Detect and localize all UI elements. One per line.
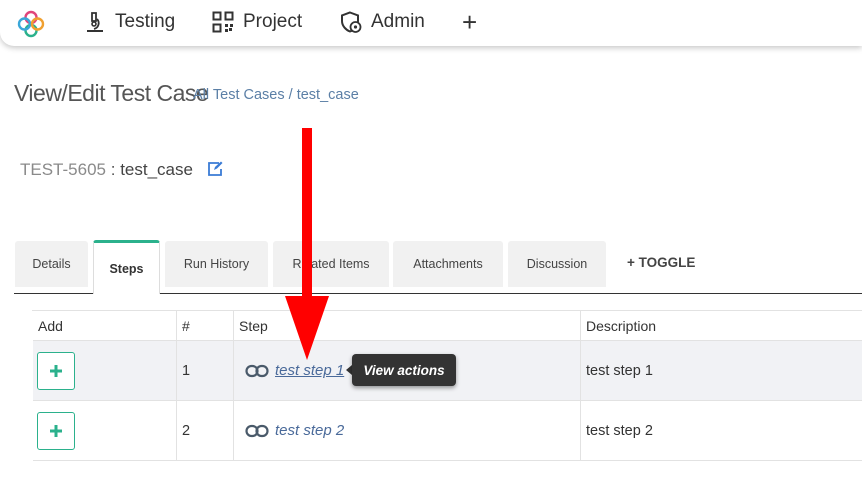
annotation-arrow-icon (285, 128, 329, 360)
add-cell (33, 401, 177, 460)
step-number: 2 (177, 401, 234, 460)
test-case-heading: TEST-5605 : test_case (20, 160, 193, 180)
shield-gear-icon (341, 11, 362, 33)
table-row: 2 test step 2 test step 2 (33, 401, 862, 461)
table-header-row: Add # Step Description (33, 311, 862, 341)
breadcrumb-separator: / (288, 87, 293, 103)
breadcrumb: All Test Cases / test_case (193, 87, 359, 103)
view-actions-tooltip: View actions (352, 354, 456, 386)
toggle-button[interactable]: + TOGGLE (627, 255, 695, 270)
top-nav: Testing Project Admin + (0, 0, 862, 46)
test-case-separator: : (110, 160, 116, 179)
edit-icon[interactable] (206, 160, 224, 178)
add-step-button[interactable] (37, 351, 75, 390)
step-cell: test step 2 (234, 401, 581, 460)
steps-table: Add # Step Description 1 test step 1 tes… (32, 310, 862, 461)
tab-details[interactable]: Details (15, 241, 88, 287)
add-step-button[interactable] (37, 411, 75, 450)
microscope-icon (87, 12, 103, 32)
nav-add-button[interactable]: + (462, 0, 477, 44)
tab-discussion[interactable]: Discussion (508, 241, 606, 287)
page-title: View/Edit Test Case (14, 80, 209, 106)
nav-project[interactable]: Project (212, 0, 302, 44)
breadcrumb-current[interactable]: test_case (297, 87, 359, 103)
column-header-add: Add (33, 311, 177, 340)
step-link[interactable]: test step 1 (245, 362, 344, 379)
nav-admin[interactable]: Admin (340, 0, 425, 44)
qr-code-icon (212, 11, 234, 33)
link-icon (245, 364, 269, 377)
nav-testing-label: Testing (115, 11, 176, 32)
breadcrumb-all-test-cases[interactable]: All Test Cases (193, 87, 285, 103)
nav-project-label: Project (243, 11, 303, 32)
nav-testing[interactable]: Testing (84, 0, 175, 44)
app-logo[interactable] (16, 9, 46, 39)
step-number: 1 (177, 341, 234, 400)
tab-run-history[interactable]: Run History (165, 241, 268, 287)
plus-icon (50, 364, 62, 377)
test-case-name: test_case (120, 160, 193, 179)
plus-icon (50, 424, 62, 437)
step-description: test step 2 (586, 422, 653, 439)
step-link-label: test step 1 (275, 362, 345, 379)
column-header-description: Description (586, 317, 657, 334)
tab-steps[interactable]: Steps (93, 240, 160, 294)
step-link-label: test step 2 (275, 422, 345, 439)
link-icon (245, 424, 269, 437)
tab-attachments[interactable]: Attachments (393, 241, 503, 287)
test-case-id: TEST-5605 (20, 160, 106, 179)
step-link[interactable]: test step 2 (245, 422, 344, 439)
add-cell (33, 341, 177, 400)
column-header-number: # (177, 311, 234, 340)
nav-admin-label: Admin (371, 11, 425, 32)
step-description: test step 1 (586, 362, 653, 379)
